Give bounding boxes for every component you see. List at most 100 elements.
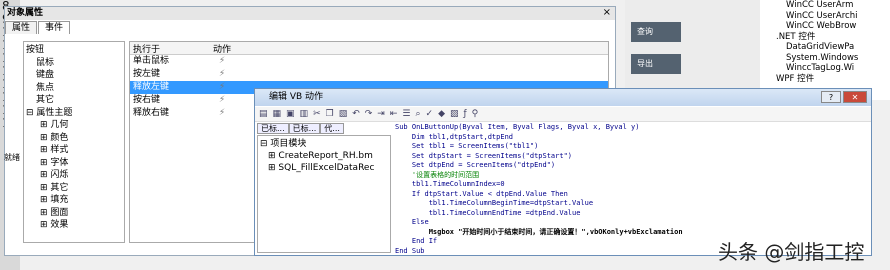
query-button[interactable]: 查询 (631, 22, 681, 42)
tree-item[interactable]: ⊞ 闪烁 (26, 169, 122, 182)
search-icon[interactable]: ⚲ (472, 109, 479, 119)
tree-label: 字体 (50, 157, 69, 168)
tree-item-project-modules[interactable]: ⊟ 项目模块 (260, 138, 388, 150)
toolbox-item[interactable]: WinCC UserArm (760, 0, 890, 11)
cut-icon[interactable]: ✂ (313, 109, 321, 119)
event-name: 单击鼠标 (133, 56, 170, 66)
design-canvas: 查询 导出 (625, 0, 760, 90)
tree-item[interactable]: 焦点 (26, 82, 122, 95)
tree-item-module[interactable]: ⊞ CreateReport_RH.bm (260, 150, 388, 162)
tree-item[interactable]: ⊞ 其它 (26, 182, 122, 195)
lightning-icon[interactable]: ⚡ (210, 81, 234, 94)
events-header: 执行于 动作 (130, 42, 608, 55)
tree-item[interactable]: 其它 (26, 94, 122, 107)
function-icon[interactable]: ƒ (464, 109, 467, 119)
code-line: If dtpStart.Value < dtpEnd.Value Then (395, 189, 568, 198)
tab-marked-2[interactable]: 已标... (288, 123, 321, 134)
tab-events[interactable]: 事件 (38, 21, 71, 34)
lightning-icon[interactable]: ⚡ (210, 107, 234, 120)
close-icon[interactable]: ✕ (843, 91, 867, 103)
code-editor[interactable]: Sub OnLButtonUp(Byval Item, Byval Flags,… (395, 123, 869, 255)
tree-label: 鼠标 (36, 57, 55, 68)
tree-item[interactable]: ⊞ 几何 (26, 119, 122, 132)
code-line: Set tbl1 = ScreenItems("tbl1") (395, 142, 539, 150)
tab-code[interactable]: 代... (320, 123, 344, 134)
tree-item[interactable]: ⊞ 样式 (26, 144, 122, 157)
event-name: 释放左键 (133, 82, 170, 92)
event-name: 释放右键 (133, 108, 170, 118)
redo-icon[interactable]: ↷ (365, 109, 373, 119)
event-name: 按左键 (133, 69, 161, 79)
print-icon[interactable]: ▥ (300, 109, 309, 119)
tree-label: 颜色 (50, 132, 69, 143)
tree-label: SQL_FillExcelDataRec (278, 163, 375, 173)
tree-item[interactable]: ⊞ 效果 (26, 219, 122, 232)
tree-item[interactable]: ⊟ 属性主题 (26, 107, 122, 120)
event-row[interactable]: 按左键 ⚡ (130, 68, 608, 81)
tree-label: 键盘 (36, 70, 55, 80)
paste-icon[interactable]: ▧ (339, 109, 348, 119)
close-icon[interactable]: × (603, 7, 611, 18)
save-icon[interactable]: ▣ (286, 109, 295, 119)
event-row[interactable]: 单击鼠标 ⚡ (130, 55, 608, 68)
tree-label: 闪烁 (50, 170, 69, 180)
toolbox-item[interactable]: WPF 控件 (760, 74, 890, 85)
tree-label: 图面 (50, 207, 69, 218)
tree-label: 几何 (50, 120, 69, 130)
comment-icon[interactable]: ☰ (402, 109, 410, 119)
lightning-icon[interactable]: ⚡ (210, 94, 234, 107)
lightning-icon[interactable]: ⚡ (210, 55, 234, 68)
toolbox-item[interactable]: DataGridViewPa (760, 42, 890, 53)
code-line: Dim tbl1,dtpStart,dtpEnd (395, 132, 514, 141)
code-line: Set dtpStart = ScreenItems("dtpStart") (395, 151, 573, 160)
tree-item[interactable]: 键盘 (26, 69, 122, 82)
property-tree: 按钮 鼠标 键盘 焦点 其它 ⊟ 属性主题 ⊞ 几何 ⊞ 颜色 ⊞ 样式 ⊞ 字体 ⊞ 闪烁 ⊞ 其它… (23, 41, 125, 243)
check-icon[interactable]: ✓ (426, 109, 434, 119)
tab-marked-1[interactable]: 已标... (257, 123, 289, 134)
image-icon[interactable]: ▨ (450, 109, 459, 119)
tree-item-module[interactable]: ⊞ SQL_FillExcelDataRec (260, 162, 388, 174)
tree-label: 按钮 (26, 45, 45, 55)
help-icon[interactable]: ? (821, 91, 841, 103)
find-icon[interactable]: ⌕ (415, 109, 420, 119)
indent-icon[interactable]: ⇥ (377, 109, 385, 119)
tree-label: 项目模块 (270, 139, 307, 149)
tree-label: 其它 (50, 182, 69, 193)
code-line: Set dtpEnd = ScreenItems("dtpEnd") (395, 161, 556, 169)
tree-item[interactable]: ⊞ 颜色 (26, 132, 122, 145)
code-line: Else (395, 218, 429, 226)
tree-item[interactable]: 鼠标 (26, 57, 122, 70)
export-button[interactable]: 导出 (631, 54, 681, 74)
toolbox-item[interactable]: WinccTagLog.Wi (760, 63, 890, 74)
tree-item[interactable]: ⊞ 字体 (26, 157, 122, 170)
outdent-icon[interactable]: ⇤ (390, 109, 398, 119)
tree-label: 焦点 (36, 82, 55, 93)
lightning-icon[interactable]: ⚡ (210, 68, 234, 81)
props-tabs: 属性 事件 (5, 21, 71, 34)
toolbox-item[interactable]: WinCC UserArchi (760, 11, 890, 22)
status-label: 就绪 (4, 153, 20, 162)
toolbox-item[interactable]: WinCC WebBrow (760, 21, 890, 32)
vb-toolbar: ▤ ▦ ▣ ▥ ✂ ❐ ▧ ↶ ↷ ⇥ ⇤ ☰ ⌕ ✓ ◆ ▨ ƒ ⚲ (255, 107, 871, 122)
tree-label: 填充 (50, 195, 69, 205)
code-line: tbl1.TimeColumnBeginTime=dtpStart.Value (395, 199, 594, 207)
new-icon[interactable]: ▤ (259, 109, 268, 119)
vb-tabs: 已标... 已标... 代... (257, 123, 344, 134)
undo-icon[interactable]: ↶ (352, 109, 360, 119)
toolbox-panel: WinCC UserArm WinCC UserArchi WinCC WebBro… (760, 0, 890, 100)
watermark: 头条 @剑指工控 (718, 240, 865, 264)
code-line: Sub OnLButtonUp(Byval Item, Byval Flags,… (395, 123, 640, 131)
tab-properties[interactable]: 属性 (5, 21, 38, 34)
tag-icon[interactable]: ◆ (438, 109, 445, 119)
open-icon[interactable]: ▦ (273, 109, 282, 119)
tree-item[interactable]: ⊞ 填充 (26, 194, 122, 207)
tree-label: 属性主题 (36, 107, 73, 118)
copy-icon[interactable]: ❐ (326, 109, 334, 119)
module-tree: ⊟ 项目模块 ⊞ CreateReport_RH.bm ⊞ SQL_FillEx… (257, 135, 391, 253)
tree-item[interactable]: 按钮 (26, 44, 122, 57)
toolbox-item[interactable]: System.Windows (760, 53, 890, 64)
toolbox-item[interactable]: .NET 控件 (760, 32, 890, 43)
window-buttons: ? ✕ (821, 91, 867, 103)
code-line: tbl1.TimeColumnIndex=0 (395, 180, 505, 188)
tree-item[interactable]: ⊞ 图面 (26, 207, 122, 220)
